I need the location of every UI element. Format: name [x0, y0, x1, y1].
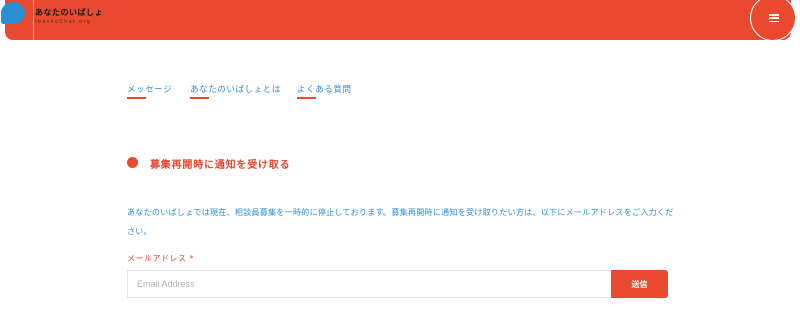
tab-label: あなたのいばしょとは — [190, 85, 282, 95]
tab-underline — [297, 97, 316, 99]
section-bullet-icon — [127, 157, 138, 168]
notice-text: あなたのいばしょでは現在、相談員募集を一時的に停止しております。募集再開時に通知… — [127, 208, 674, 236]
hamburger-menu-icon — [769, 14, 779, 23]
site-logo-subtitle: IbashoChat.org — [35, 19, 92, 25]
section-title: 募集再開時に通知を受け取る — [150, 160, 291, 171]
email-label: メールアドレス * — [127, 254, 195, 263]
tab-underline — [127, 97, 146, 99]
tab-label: メッセージ — [127, 85, 173, 95]
tab-underline — [190, 97, 209, 99]
submit-button[interactable]: 送信 — [611, 270, 668, 298]
page-tabs: メッセージ あなたのいばしょとは よくある質問 — [0, 83, 800, 103]
tab-label: よくある質問 — [297, 85, 352, 95]
site-logo-title[interactable]: あなたのいばしょ — [35, 7, 103, 18]
tab-messages[interactable]: メッセージ — [127, 83, 173, 99]
site-header: あなたのいばしょ IbashoChat.org — [1, 0, 796, 41]
logo-speech-bubble-icon[interactable] — [1, 2, 25, 24]
tab-faq[interactable]: よくある質問 — [297, 83, 352, 99]
email-input[interactable] — [127, 270, 611, 298]
tab-about[interactable]: あなたのいばしょとは — [190, 83, 282, 99]
logo-divider — [33, 0, 34, 40]
menu-button[interactable] — [750, 0, 796, 41]
